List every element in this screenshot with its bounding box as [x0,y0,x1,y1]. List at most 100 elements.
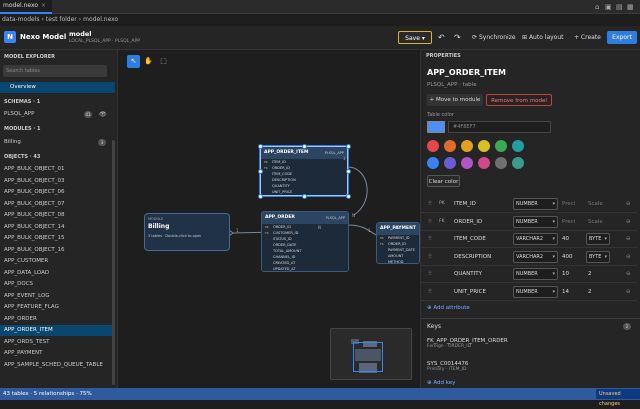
auto-layout-button[interactable]: ⊞ Auto layout [522,31,564,44]
lock-icon[interactable]: ▣ [605,3,612,11]
color-preview[interactable] [427,121,445,133]
field-type-select[interactable]: NUMBER ▾ [513,215,558,228]
schema-item[interactable]: PLSQL_APP 41 👁 [0,109,115,120]
add-attribute-button[interactable]: ⊕ Add attribute [427,305,470,311]
export-button[interactable]: Export [607,31,637,44]
editor-tab[interactable]: model.nexo × [0,0,52,14]
field-type-select[interactable]: NUMBER ▾ [513,198,558,210]
color-swatch[interactable] [495,140,507,152]
sidebar-item-overview[interactable]: Overview [0,82,115,93]
home-icon[interactable]: ⌂ [595,3,599,11]
field-unit-select[interactable]: BYTE ▾ [586,233,610,245]
color-swatch[interactable] [444,140,456,152]
drag-handle-icon[interactable]: ⠿ [428,233,432,245]
field-type-select[interactable]: VARCHAR2 ▾ [513,233,558,245]
object-item[interactable]: APP_ORDER [0,314,115,325]
crumb-file[interactable]: model.nexo [83,16,118,23]
delete-icon[interactable]: ⊖ [626,286,631,298]
field-name[interactable]: ORDER_ID [454,216,482,228]
field-name[interactable]: ITEM_CODE [454,233,486,245]
object-item[interactable]: APP_BULK_OBJECT_16 [0,245,115,256]
create-button[interactable]: + Create [574,31,601,44]
field-row[interactable]: ⠿ PK ITEM_ID NUMBER ▾ Preci Scale ⊖ [421,196,637,213]
minimap[interactable] [330,328,412,380]
field-precision[interactable]: 14 [562,286,569,298]
close-icon[interactable]: × [41,2,46,9]
color-swatch[interactable] [461,140,473,152]
object-item[interactable]: APP_FEATURE_FLAG [0,302,115,313]
field-scale[interactable]: 2 [588,268,592,280]
object-item[interactable]: APP_BULK_OBJECT_08 [0,210,115,221]
object-item[interactable]: APP_DATA_LOAD [0,268,115,279]
field-row[interactable]: ⠿ ITEM_CODE VARCHAR2 ▾ 40 BYTE ▾ ⊖ [421,231,637,248]
field-precision[interactable]: 400 [562,251,573,263]
delete-icon[interactable]: ⊖ [626,268,631,280]
drag-handle-icon[interactable]: ⠿ [428,198,432,210]
search-input[interactable]: Search tables [3,65,107,77]
color-swatch[interactable] [512,140,524,152]
drag-handle-icon[interactable]: ⠿ [428,268,432,280]
module-billing[interactable]: MODULE Billing 3 tables · Double-click t… [144,213,230,251]
delete-icon[interactable]: ⊖ [626,251,631,263]
color-swatch[interactable] [427,157,439,169]
resize-handle[interactable] [257,193,263,199]
field-scale[interactable]: Scale [588,198,603,210]
field-row[interactable]: ⠿ UNIT_PRICE NUMBER ▾ 14 2 ⊖ [421,284,637,301]
color-swatch[interactable] [427,140,439,152]
key-item[interactable]: SYS_C0014476 Primary · ITEM_ID [427,361,468,372]
object-item[interactable]: APP_BULK_OBJECT_01 [0,164,115,175]
delete-icon[interactable]: ⊖ [626,233,631,245]
object-item[interactable]: APP_DOCS [0,279,115,290]
color-swatch[interactable] [461,157,473,169]
field-unit-select[interactable]: BYTE ▾ [586,250,610,263]
field-row[interactable]: ⠿ DESCRIPTION VARCHAR2 ▾ 400 BYTE ▾ ⊖ [421,249,637,266]
drag-handle-icon[interactable]: ⠿ [428,286,432,298]
delete-icon[interactable]: ⊖ [626,216,631,228]
object-item[interactable]: APP_SAMPLE_SCHED_QUEUE_TABLE [0,360,115,371]
object-item[interactable]: APP_BULK_OBJECT_15 [0,233,115,244]
color-swatch[interactable] [444,157,456,169]
object-item[interactable]: APP_ORDER_ITEM [0,325,115,336]
field-name[interactable]: UNIT_PRICE [454,286,486,298]
object-item[interactable]: APP_EVENT_LOG [0,291,115,302]
field-name[interactable]: QUANTITY [454,268,482,280]
entity-app-order[interactable]: APP_ORDER PLSQL_APP PK ORDER_ID FK CUSTOMER_… [261,211,349,272]
field-precision[interactable]: Preci [562,198,575,210]
resize-handle[interactable] [301,193,307,199]
drag-handle-icon[interactable]: ⠿ [428,251,432,263]
object-item[interactable]: APP_BULK_OBJECT_03 [0,176,115,187]
field-type-select[interactable]: VARCHAR2 ▾ [513,250,558,263]
object-item[interactable]: APP_PAYMENT [0,348,115,359]
undo-button[interactable]: ↶ [438,31,445,44]
entity-app-payment[interactable]: APP_PAYMENT PK PAYMENT_ID FK ORDER_ID PAYMEN… [376,222,420,264]
color-swatch[interactable] [478,140,490,152]
object-item[interactable]: APP_CUSTOMER [0,256,115,267]
eye-icon[interactable]: 👁 [99,109,107,120]
crumb-data-models[interactable]: data-models [2,16,40,23]
key-item[interactable]: FK_APP_ORDER_ITEM_ORDER Foreign · ORDER_I… [427,338,508,349]
remove-from-model-button[interactable]: Remove from model [486,94,552,106]
color-hex-input[interactable]: #4F8EF7 [448,121,551,133]
resize-handle[interactable] [301,143,307,149]
field-type-select[interactable]: NUMBER ▾ [513,285,558,298]
redo-button[interactable]: ↷ [454,31,461,44]
grid-icon[interactable]: ▦ [627,3,634,11]
field-name[interactable]: DESCRIPTION [454,251,491,263]
field-scale[interactable]: 2 [588,286,592,298]
crumb-test-folder[interactable]: test folder [46,16,77,23]
delete-icon[interactable]: ⊖ [626,198,631,210]
object-item[interactable]: APP_ORDS_TEST [0,337,115,348]
object-item[interactable]: APP_BULK_OBJECT_07 [0,199,115,210]
field-scale[interactable]: Scale [588,216,603,228]
save-button[interactable]: Save ▾ [398,31,432,44]
resize-handle[interactable] [345,193,351,199]
field-row[interactable]: ⠿ QUANTITY NUMBER ▾ 10 2 ⊖ [421,266,637,283]
color-swatch[interactable] [495,157,507,169]
resize-handle[interactable] [257,168,263,174]
resize-handle[interactable] [257,143,263,149]
object-item[interactable]: APP_BULK_OBJECT_14 [0,222,115,233]
synchronize-button[interactable]: ⟳ Synchronize [472,31,516,44]
add-key-button[interactable]: ⊕ Add key [427,380,455,386]
resize-handle[interactable] [345,168,351,174]
field-precision[interactable]: 40 [562,233,569,245]
